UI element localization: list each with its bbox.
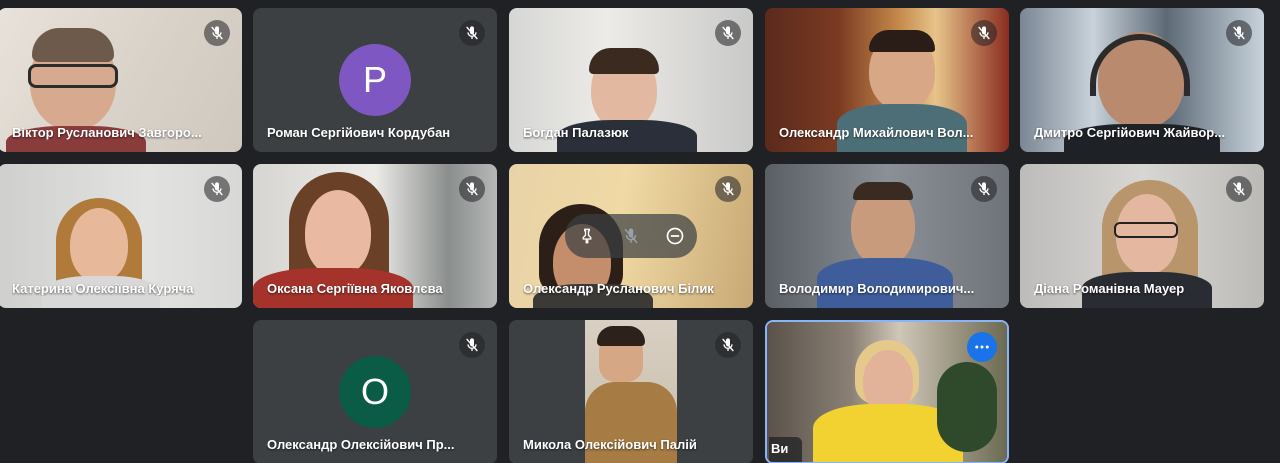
- participant-tile[interactable]: Олександр Михайлович Вол...: [765, 8, 1009, 152]
- self-tile[interactable]: Ви: [765, 320, 1009, 463]
- participant-tile[interactable]: Микола Олексійович Палій: [509, 320, 753, 463]
- participant-tile[interactable]: Дмитро Сергійович Жайвор...: [1020, 8, 1264, 152]
- mic-off-icon: [971, 176, 997, 202]
- participant-name: Дмитро Сергійович Жайвор...: [1034, 125, 1226, 140]
- participant-tile[interactable]: Володимир Володимирович...: [765, 164, 1009, 308]
- mic-off-icon: [459, 176, 485, 202]
- participants-grid: Віктор Русланович Завгоро... P Роман Сер…: [0, 0, 1280, 463]
- mic-off-icon: [204, 20, 230, 46]
- avatar: O: [339, 356, 411, 428]
- tile-hover-controls: [565, 214, 697, 258]
- participant-name: Олександр Олексійович Пр...: [267, 437, 455, 452]
- participant-name: Оксана Сергіївна Яковлєва: [267, 281, 443, 296]
- pin-icon[interactable]: [572, 221, 602, 251]
- participant-name: Роман Сергійович Кордубан: [267, 125, 451, 140]
- participant-name: Микола Олексійович Палій: [523, 437, 697, 452]
- mic-off-icon: [1226, 176, 1252, 202]
- participant-name: Катерина Олексіївна Куряча: [12, 281, 194, 296]
- participant-name: Олександр Михайлович Вол...: [779, 125, 974, 140]
- participant-tile[interactable]: Богдан Палазюк: [509, 8, 753, 152]
- participant-tile[interactable]: Віктор Русланович Завгоро...: [0, 8, 242, 152]
- participant-tile[interactable]: O Олександр Олексійович Пр...: [253, 320, 497, 463]
- mic-off-icon: [971, 20, 997, 46]
- participant-tile[interactable]: Олександр Русланович Білик: [509, 164, 753, 308]
- participant-tile[interactable]: Діана Романівна Мауер: [1020, 164, 1264, 308]
- self-name-label: Ви: [769, 437, 803, 462]
- remove-icon[interactable]: [660, 221, 690, 251]
- mute-icon[interactable]: [616, 221, 646, 251]
- participant-name: Богдан Палазюк: [523, 125, 629, 140]
- mic-off-icon: [204, 176, 230, 202]
- participant-name: Діана Романівна Мауер: [1034, 281, 1185, 296]
- participant-name: Віктор Русланович Завгоро...: [12, 125, 202, 140]
- participant-tile[interactable]: P Роман Сергійович Кордубан: [253, 8, 497, 152]
- mic-off-icon: [715, 20, 741, 46]
- participant-tile[interactable]: Катерина Олексіївна Куряча: [0, 164, 242, 308]
- mic-off-icon: [1226, 20, 1252, 46]
- participant-tile[interactable]: Оксана Сергіївна Яковлєва: [253, 164, 497, 308]
- mic-off-icon: [715, 332, 741, 358]
- more-options-icon[interactable]: [967, 332, 997, 362]
- mic-off-icon: [459, 20, 485, 46]
- mic-off-icon: [459, 332, 485, 358]
- participant-name: Володимир Володимирович...: [779, 281, 975, 296]
- participant-name: Олександр Русланович Білик: [523, 281, 714, 296]
- mic-off-icon: [715, 176, 741, 202]
- avatar: P: [339, 44, 411, 116]
